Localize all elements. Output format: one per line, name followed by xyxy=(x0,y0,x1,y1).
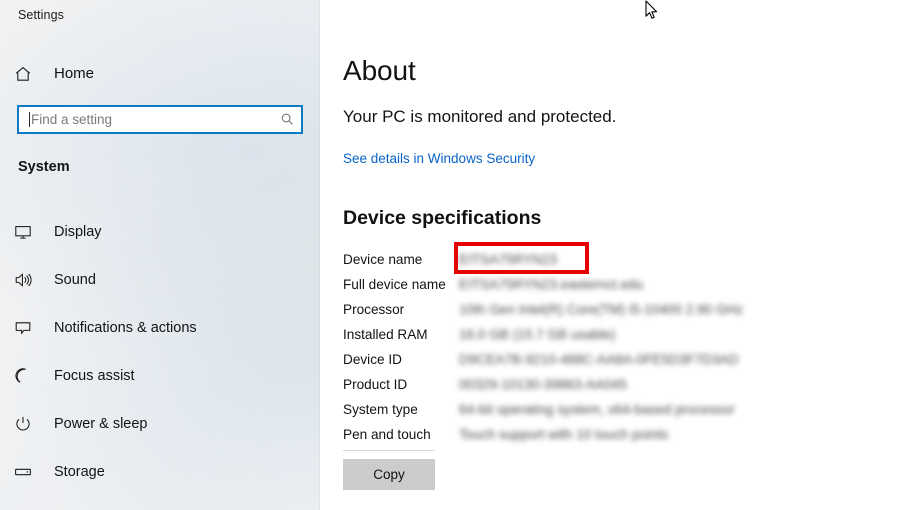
device-specifications-table: Device name EITSA75RYN23 Full device name E… xyxy=(343,242,873,450)
home-icon xyxy=(14,65,44,83)
sidebar-item-home[interactable]: Home xyxy=(0,59,320,89)
spec-label: Full device name xyxy=(343,277,446,292)
power-icon xyxy=(14,415,44,433)
sidebar-item-notifications[interactable]: Notifications & actions xyxy=(0,304,320,352)
spec-row: Device ID D9CEA7B-9210-488C-AA8A-0FE5D3F7… xyxy=(343,350,873,375)
sidebar-item-focus-assist-label: Focus assist xyxy=(54,367,135,384)
page-title: About xyxy=(343,55,416,86)
app-title: Settings xyxy=(18,8,64,22)
search-box[interactable] xyxy=(17,105,303,134)
spec-row: Processor 10th Gen Intel(R) Core(TM) i5-1… xyxy=(343,300,873,325)
spec-label: System type xyxy=(343,402,418,417)
spec-value: EITSA75RYN23.easternct.edu xyxy=(459,277,644,292)
device-specifications-heading: Device specifications xyxy=(343,207,542,229)
windows-security-link[interactable]: See details in Windows Security xyxy=(343,150,535,168)
sidebar-item-home-label: Home xyxy=(54,65,95,82)
sidebar-item-power-sleep-label: Power & sleep xyxy=(54,415,148,432)
spec-row: Pen and touch Touch support with 10 touch… xyxy=(343,425,873,450)
spec-row: Full device name EITSA75RYN23.easternct.e… xyxy=(343,275,873,300)
sidebar-item-notifications-label: Notifications & actions xyxy=(54,319,197,336)
spec-value: D9CEA7B-9210-488C-AA8A-0FE5D3F7D3AD xyxy=(459,352,739,367)
sidebar-item-tablet[interactable]: Tablet xyxy=(0,496,320,510)
spec-label: Product ID xyxy=(343,377,408,392)
spec-value: 10th Gen Intel(R) Core(TM) i5-10400 2.90… xyxy=(459,302,744,317)
sidebar-item-sound-label: Sound xyxy=(54,271,96,288)
sidebar-item-storage[interactable]: Storage xyxy=(0,448,320,496)
protection-status-text: Your PC is monitored and protected. xyxy=(343,107,617,126)
spec-value: 00329-10130-39863-AA045 xyxy=(459,377,627,392)
sidebar-nav-list: Display Sound Notifications & actions Fo… xyxy=(0,208,320,510)
about-page: About Your PC is monitored and protected… xyxy=(320,0,901,510)
speech-bubble-icon xyxy=(14,319,44,337)
section-divider xyxy=(343,450,435,451)
crescent-moon-icon xyxy=(14,367,44,385)
speaker-icon xyxy=(14,271,44,289)
spec-label: Device name xyxy=(343,252,423,267)
sidebar-item-storage-label: Storage xyxy=(54,463,105,480)
spec-value: EITSA75RYN23 xyxy=(459,252,557,267)
sidebar-item-display[interactable]: Display xyxy=(0,208,320,256)
sidebar-item-focus-assist[interactable]: Focus assist xyxy=(0,352,320,400)
spec-value: 64-bit operating system, x64-based proce… xyxy=(459,402,735,417)
spec-row: Device name EITSA75RYN23 xyxy=(343,242,873,275)
sidebar-item-sound[interactable]: Sound xyxy=(0,256,320,304)
drive-icon xyxy=(14,463,44,481)
spec-value: Touch support with 10 touch points xyxy=(459,427,669,442)
spec-label: Installed RAM xyxy=(343,327,428,342)
spec-value: 16.0 GB (15.7 GB usable) xyxy=(459,327,616,342)
search-icon[interactable] xyxy=(273,107,301,132)
settings-sidebar: Settings Home System xyxy=(0,0,320,510)
spec-row: Product ID 00329-10130-39863-AA045 xyxy=(343,375,873,400)
sidebar-section-header: System xyxy=(18,159,70,175)
copy-button[interactable]: Copy xyxy=(343,459,435,490)
search-input[interactable] xyxy=(30,107,273,132)
spec-label: Processor xyxy=(343,302,405,317)
spec-label: Pen and touch xyxy=(343,427,431,442)
sidebar-item-power-sleep[interactable]: Power & sleep xyxy=(0,400,320,448)
spec-label: Device ID xyxy=(343,352,402,367)
spec-row: System type 64-bit operating system, x64-… xyxy=(343,400,873,425)
monitor-icon xyxy=(14,223,44,241)
settings-window: Settings Home System xyxy=(0,0,901,510)
sidebar-item-display-label: Display xyxy=(54,223,102,240)
spec-row: Installed RAM 16.0 GB (15.7 GB usable) xyxy=(343,325,873,350)
